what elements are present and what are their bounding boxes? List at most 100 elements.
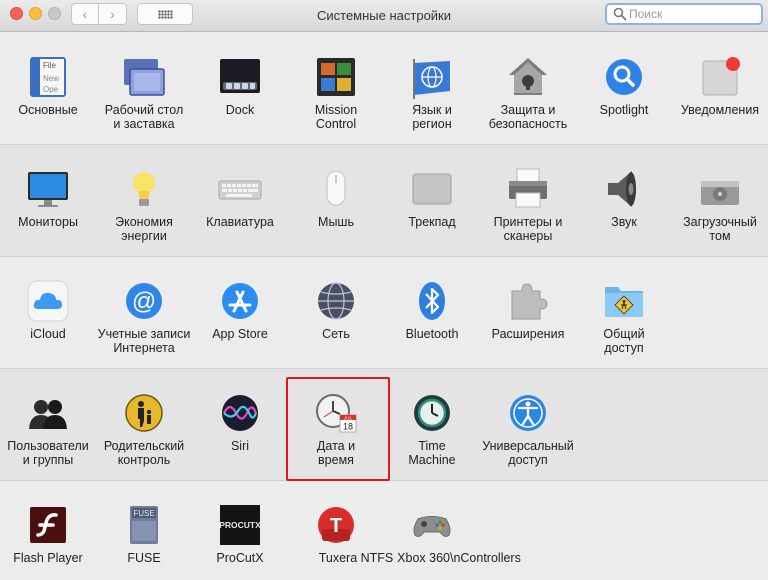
pref-icloud[interactable]: iCloud — [0, 257, 96, 361]
svg-text:New: New — [43, 74, 59, 83]
pref-notifications[interactable]: Уведомления — [672, 33, 768, 137]
pref-label: Загрузочный том — [683, 215, 757, 243]
svg-text:@: @ — [132, 288, 156, 315]
tuxera-ntfs-icon: T — [318, 507, 354, 543]
pref-label: Мониторы — [18, 215, 78, 229]
speaker-icon — [608, 171, 636, 207]
pref-spotlight[interactable]: Spotlight — [576, 33, 672, 137]
printer-icon — [509, 168, 547, 208]
procutx-icon: PROCUTX — [219, 505, 261, 545]
pref-label: Мышь — [318, 215, 354, 229]
pref-mission-control[interactable]: Mission Control — [288, 33, 384, 137]
pref-sharing[interactable]: Общий доступ — [576, 257, 672, 361]
pref-label: Универсальный доступ — [482, 439, 574, 467]
sharing-folder-icon — [605, 287, 643, 317]
pref-app-store[interactable]: App Store — [192, 257, 288, 361]
pref-label: Рабочий стол и заставка — [104, 103, 184, 131]
pref-label: Пользователи и группы — [7, 439, 89, 467]
pref-language-region[interactable]: Язык и регион — [384, 33, 480, 137]
pref-fuse[interactable]: FUSE FUSE — [96, 481, 192, 580]
mouse-icon — [326, 170, 346, 206]
internet-accounts-icon: @ — [126, 283, 162, 319]
flash-player-icon — [30, 507, 66, 543]
pref-label: Mission Control — [314, 103, 358, 131]
pref-label: Уведомления — [680, 103, 760, 117]
search-field[interactable] — [605, 3, 763, 25]
security-house-icon — [509, 58, 547, 95]
display-monitor-icon — [28, 172, 68, 207]
lightbulb-icon — [133, 172, 155, 206]
pref-parental-controls[interactable]: Родительский контроль — [96, 369, 192, 473]
pref-label: Клавиатура — [206, 215, 274, 229]
pref-accessibility[interactable]: Универсальный доступ — [480, 369, 576, 473]
pref-time-machine[interactable]: Time Machine — [384, 369, 480, 473]
notifications-icon — [702, 57, 740, 96]
highlight-frame — [286, 377, 390, 481]
pref-energy[interactable]: Экономия энергии — [96, 145, 192, 249]
siri-icon — [222, 395, 258, 431]
trackpad-icon — [412, 173, 452, 205]
pref-bluetooth[interactable]: Bluetooth — [384, 257, 480, 361]
pref-label: ProCutX — [216, 551, 264, 565]
pref-desktop-screensaver[interactable]: Рабочий стол и заставка — [96, 33, 192, 137]
network-globe-icon — [318, 282, 354, 320]
pref-printers[interactable]: Принтеры и сканеры — [480, 145, 576, 249]
spotlight-icon — [606, 59, 642, 95]
pref-keyboard[interactable]: Клавиатура — [192, 145, 288, 249]
pref-general[interactable]: File New Ope Основные — [0, 33, 96, 137]
section-personal: File New Ope Основные Рабочий стол и зас… — [0, 33, 768, 145]
pref-sound[interactable]: Звук — [576, 145, 672, 249]
pref-flash-player[interactable]: Flash Player — [0, 481, 96, 580]
pref-label: Flash Player — [13, 551, 83, 565]
parental-controls-icon — [125, 394, 163, 432]
svg-text:FUSE: FUSE — [133, 509, 154, 518]
pref-label: iCloud — [30, 327, 66, 341]
section-other: Flash Player FUSE FUSE PROCUTX ProCutX T… — [0, 481, 768, 580]
pref-tuxera-ntfs[interactable]: T Tuxera NTFS — [288, 481, 393, 580]
desktop-screensaver-icon — [124, 59, 165, 96]
bluetooth-icon — [419, 282, 445, 320]
users-groups-icon — [29, 400, 67, 429]
general-icon: File New Ope — [30, 57, 66, 97]
pref-xbox-controllers[interactable]: Xbox 360\nControllers — [384, 481, 521, 580]
pref-security[interactable]: Защита и безопасность — [480, 33, 576, 137]
app-store-icon — [222, 283, 258, 319]
pref-extensions[interactable]: Расширения — [480, 257, 576, 361]
pref-label: Учетные записи Интернета — [97, 327, 191, 355]
section-hardware: Мониторы Экономия энергии Клавиатура Мыш… — [0, 145, 768, 257]
fuse-icon: FUSE — [130, 506, 158, 544]
pref-label: Основные — [18, 103, 78, 117]
svg-text:File: File — [43, 61, 56, 70]
pref-label: Dock — [225, 103, 255, 117]
title-bar: ‹ › Системные настройки — [0, 0, 768, 32]
pref-trackpad[interactable]: Трекпад — [384, 145, 480, 249]
pref-users-groups[interactable]: Пользователи и группы — [0, 369, 96, 473]
search-icon — [613, 7, 627, 21]
puzzle-extensions-icon — [511, 283, 548, 320]
svg-text:PROCUTX: PROCUTX — [219, 520, 261, 530]
pref-mouse[interactable]: Мышь — [288, 145, 384, 249]
pref-procutx[interactable]: PROCUTX ProCutX — [192, 481, 288, 580]
pref-startup-disk[interactable]: Загрузочный том — [672, 145, 768, 249]
pref-label: Принтеры и сканеры — [493, 215, 563, 243]
pref-dock[interactable]: Dock — [192, 33, 288, 137]
pref-internet-accounts[interactable]: @ Учетные записи Интернета — [96, 257, 192, 361]
pref-label: FUSE — [127, 551, 161, 565]
pref-network[interactable]: Сеть — [288, 257, 384, 361]
pref-label: Сеть — [322, 327, 350, 341]
pref-label: Xbox 360\nControllers — [397, 551, 521, 565]
keyboard-icon — [218, 180, 262, 200]
pref-label: Родительский контроль — [103, 439, 185, 467]
dock-icon — [220, 59, 260, 93]
pref-label: Bluetooth — [405, 327, 459, 341]
pref-label: Экономия энергии — [115, 215, 173, 243]
pref-label: Звук — [611, 215, 637, 229]
pref-label: Time Machine — [408, 439, 456, 467]
pref-label: Общий доступ — [603, 327, 645, 355]
pref-siri[interactable]: Siri — [192, 369, 288, 473]
time-machine-icon — [414, 395, 450, 431]
hard-drive-icon — [701, 181, 739, 205]
pref-displays[interactable]: Мониторы — [0, 145, 96, 249]
search-input[interactable] — [629, 6, 757, 22]
language-region-icon — [413, 59, 450, 99]
